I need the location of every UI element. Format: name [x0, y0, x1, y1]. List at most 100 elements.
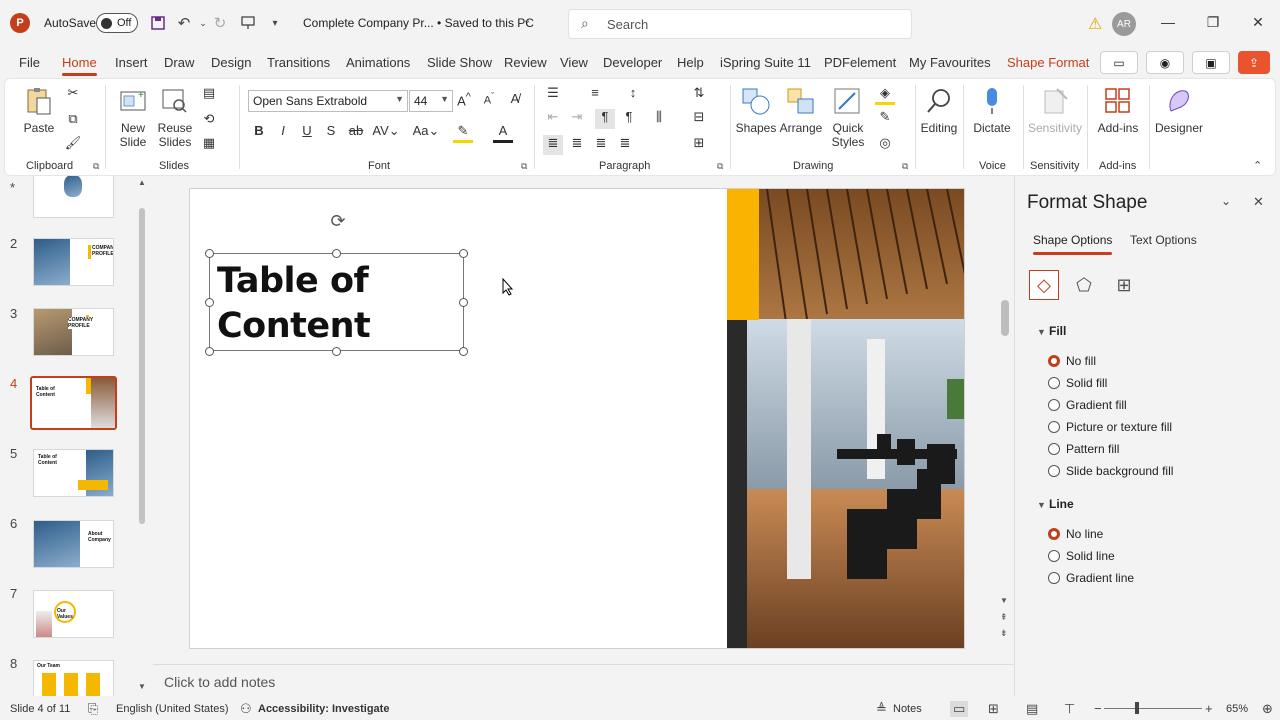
new-slide-button[interactable]: + New Slide: [113, 85, 153, 149]
columns-icon[interactable]: ⫼: [649, 109, 669, 129]
bold-icon[interactable]: B: [249, 123, 269, 143]
decrease-indent-icon[interactable]: ⇤: [543, 109, 563, 129]
dialog-launcher-icon[interactable]: ⧉: [902, 161, 908, 172]
tab-help[interactable]: Help: [677, 55, 704, 70]
notes-pane[interactable]: Click to add notes: [153, 664, 1013, 696]
scrollbar-thumb[interactable]: [1001, 300, 1009, 336]
chevron-down-icon[interactable]: ⌄: [1221, 194, 1231, 208]
normal-view-icon[interactable]: ▭: [950, 701, 969, 717]
resize-handle[interactable]: [459, 347, 468, 356]
thumbnails-scrollbar[interactable]: ▲ ▼: [138, 178, 146, 691]
close-pane-icon[interactable]: ✕: [1253, 194, 1264, 210]
copy-icon[interactable]: ⧉: [63, 111, 83, 131]
italic-icon[interactable]: I: [273, 123, 293, 143]
redo-icon[interactable]: ↻: [210, 13, 230, 33]
present-icon[interactable]: [238, 13, 258, 33]
dictate-button[interactable]: Dictate: [971, 85, 1013, 135]
tab-view[interactable]: View: [560, 55, 588, 70]
font-size-select[interactable]: 44 ▼: [409, 90, 453, 112]
editing-button[interactable]: Editing: [919, 85, 959, 135]
clear-formatting-icon[interactable]: A̸: [505, 91, 525, 111]
layout-icon[interactable]: ▤: [199, 85, 219, 105]
line-option-no-line[interactable]: No line: [1048, 527, 1103, 541]
align-center-icon[interactable]: ≣: [567, 135, 587, 155]
slide-thumbnail-7[interactable]: Our Values: [33, 590, 114, 638]
cut-icon[interactable]: ✂: [63, 85, 83, 105]
shape-effects-icon[interactable]: ◎: [875, 135, 895, 155]
align-text-icon[interactable]: ⊟: [689, 109, 709, 129]
tab-file[interactable]: File: [19, 55, 40, 70]
resize-handle[interactable]: [459, 298, 468, 307]
quick-styles-button[interactable]: Quick Styles: [825, 85, 871, 149]
slide-thumbnail-4[interactable]: Table of Content: [30, 376, 117, 430]
slide-thumbnail-6[interactable]: About Company: [33, 520, 114, 568]
tab-transitions[interactable]: Transitions: [267, 55, 330, 70]
line-section-header[interactable]: ▼ Line: [1037, 497, 1074, 511]
notes-icon[interactable]: ≜: [876, 701, 887, 717]
reuse-slides-button[interactable]: Reuse Slides: [155, 85, 195, 149]
increase-indent-icon[interactable]: ⇥: [567, 109, 587, 129]
fill-option-pattern[interactable]: Pattern fill: [1048, 442, 1119, 456]
avatar[interactable]: AR: [1112, 12, 1136, 36]
previous-slide-icon[interactable]: ⇞: [1000, 612, 1008, 623]
scroll-up-icon[interactable]: ▲: [138, 178, 146, 187]
align-left-icon[interactable]: ≣: [543, 135, 563, 155]
tab-insert[interactable]: Insert: [115, 55, 148, 70]
zoom-slider-thumb[interactable]: [1135, 702, 1139, 714]
fill-option-slide-background[interactable]: Slide background fill: [1048, 464, 1173, 478]
shape-fill-icon[interactable]: ◈: [875, 85, 895, 105]
align-right-icon[interactable]: ≣: [591, 135, 611, 155]
numbering-icon[interactable]: ≡: [585, 85, 605, 105]
language-indicator[interactable]: English (United States): [116, 703, 229, 715]
close-icon[interactable]: ✕: [1248, 14, 1268, 34]
autosave-toggle[interactable]: Off: [96, 13, 138, 33]
tab-ispring[interactable]: iSpring Suite 11: [720, 55, 811, 70]
shape-outline-icon[interactable]: ✎: [875, 109, 895, 129]
accessibility-status[interactable]: Accessibility: Investigate: [258, 703, 389, 715]
slide-thumbnail-5[interactable]: Table of Content: [33, 449, 114, 497]
line-spacing-icon[interactable]: ↕: [623, 85, 643, 105]
tab-review[interactable]: Review: [504, 55, 547, 70]
font-name-select[interactable]: Open Sans Extrabold ▼: [248, 90, 408, 112]
scrollbar-thumb[interactable]: [139, 208, 145, 524]
text-shadow-icon[interactable]: S: [321, 123, 341, 143]
tab-home[interactable]: Home: [62, 55, 97, 76]
fill-option-picture[interactable]: Picture or texture fill: [1048, 420, 1172, 434]
decrease-font-icon[interactable]: Aˇ: [479, 91, 499, 111]
reset-icon[interactable]: ⟲: [199, 111, 219, 131]
designer-button[interactable]: Designer: [1155, 85, 1203, 135]
share-button[interactable]: ⇪: [1238, 51, 1270, 74]
tab-text-options[interactable]: Text Options: [1130, 233, 1197, 247]
slide-thumbnail-2[interactable]: COMPANY PROFILE: [33, 238, 114, 286]
add-ins-button[interactable]: Add-ins: [1095, 85, 1141, 135]
restore-icon[interactable]: ❐: [1203, 14, 1223, 34]
highlight-icon[interactable]: ✎: [453, 123, 473, 143]
accessibility-icon[interactable]: ⚇: [240, 701, 252, 717]
teams-button[interactable]: ▣: [1192, 51, 1230, 74]
fill-option-solid[interactable]: Solid fill: [1048, 376, 1107, 390]
change-case-icon[interactable]: Aa⌄: [411, 123, 441, 143]
tab-design[interactable]: Design: [211, 55, 251, 70]
resize-handle[interactable]: [205, 347, 214, 356]
tab-draw[interactable]: Draw: [164, 55, 194, 70]
slide-sorter-icon[interactable]: ⊞: [988, 701, 999, 717]
fill-line-icon[interactable]: ◇: [1029, 270, 1059, 300]
tab-pdfelement[interactable]: PDFelement: [824, 55, 896, 70]
smartart-icon[interactable]: ⊞: [689, 135, 709, 155]
office-photo[interactable]: [727, 189, 964, 648]
collapse-ribbon-icon[interactable]: ⌃: [1253, 159, 1262, 172]
next-slide-icon[interactable]: ⇟: [1000, 628, 1008, 639]
tab-shape-options[interactable]: Shape Options: [1033, 233, 1113, 255]
reading-view-icon[interactable]: ▤: [1026, 701, 1038, 717]
document-title[interactable]: Complete Company Pr... • Saved to this P…: [303, 16, 534, 30]
font-color-icon[interactable]: A: [493, 123, 513, 143]
slideshow-view-icon[interactable]: ⊤: [1064, 701, 1075, 717]
line-option-gradient[interactable]: Gradient line: [1048, 571, 1134, 585]
fill-section-header[interactable]: ▼ Fill: [1037, 324, 1066, 338]
strikethrough-icon[interactable]: ab: [346, 123, 366, 143]
scroll-down-icon[interactable]: ▼: [1000, 596, 1008, 605]
paste-button[interactable]: Paste: [19, 85, 59, 135]
search-box[interactable]: ⌕ Search: [568, 9, 912, 39]
slide-thumbnail-1[interactable]: [33, 176, 114, 218]
notes-button[interactable]: Notes: [893, 703, 922, 715]
